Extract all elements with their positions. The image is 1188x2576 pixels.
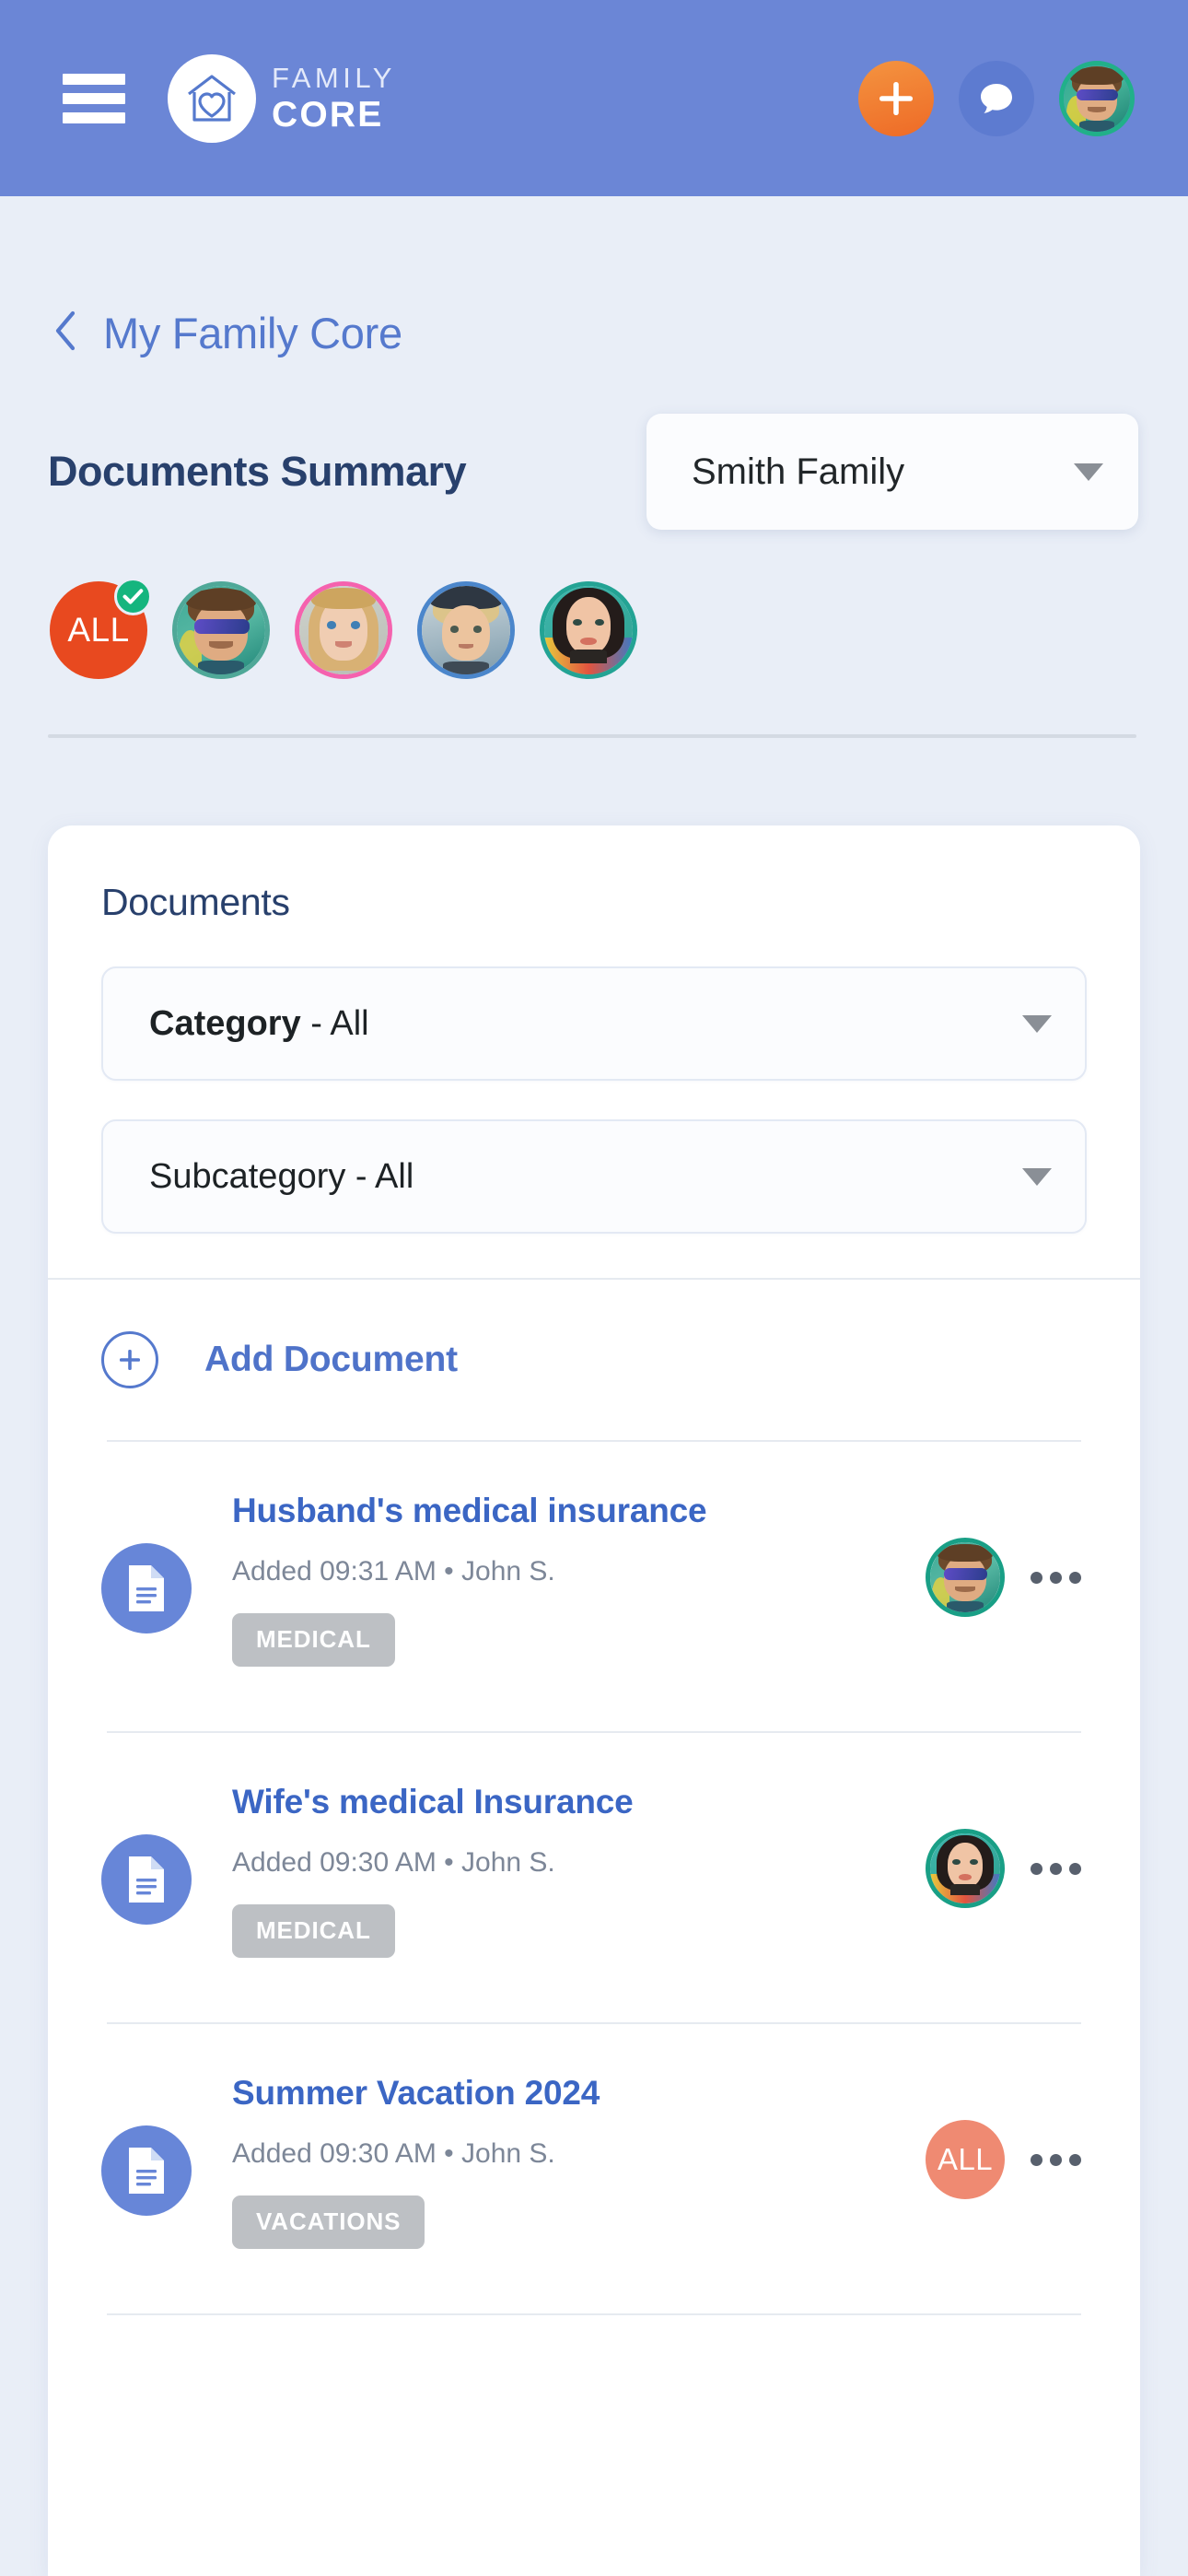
brand-bottom-line: CORE [272,95,384,135]
caret-down-icon [1022,1167,1052,1186]
table-row[interactable]: Husband's medical insurance Added 09:31 … [48,1442,1140,1731]
document-file-icon [101,1834,192,1925]
status-badge: MEDICAL [232,1613,395,1667]
document-title[interactable]: Wife's medical Insurance [232,1783,926,1821]
subcategory-select-rest: Subcategory - All [149,1156,414,1196]
chat-bubble-icon [981,83,1012,113]
member-chip-husband[interactable] [172,581,270,679]
avatar [422,586,510,674]
page-content: My Family Core Documents Summary Smith F… [0,308,1188,2576]
app-header: FAMILY CORE [0,0,1188,196]
document-file-icon [101,1543,192,1633]
row-actions [926,1538,1087,1617]
document-filters: Category - All Subcategory - All [48,924,1140,1278]
document-meta: Added 09:31 AM • John S. [232,1556,555,1587]
table-row[interactable]: Summer Vacation 2024 Added 09:30 AM • Jo… [48,2024,1140,2313]
row-separator [107,2313,1081,2315]
document-meta: Added 09:30 AM • John S. [232,2138,555,2169]
kebab-menu-icon[interactable] [1025,1848,1087,1890]
house-heart-logo-icon [168,53,256,143]
page-title: Documents Summary [48,448,467,495]
section-divider [48,734,1136,738]
add-button[interactable] [858,60,934,136]
caret-down-icon [1022,1014,1052,1033]
caret-down-icon [1074,463,1103,481]
brand-top-line: FAMILY [272,62,396,94]
member-chip-daughter[interactable] [295,581,392,679]
breadcrumb-label: My Family Core [103,309,402,357]
documents-title: Documents [101,881,290,923]
document-file-icon [101,2125,192,2216]
row-actions [926,1829,1087,1908]
avatar[interactable] [926,1829,1005,1908]
document-meta: Added 09:30 AM • John S. [232,1847,555,1878]
plus-circle-icon [101,1331,158,1388]
breadcrumb[interactable]: My Family Core [53,308,1140,358]
avatar [177,586,265,674]
brand-wordmark: FAMILY CORE [272,64,396,133]
avatar [299,586,388,674]
documents-card: Documents Category - All Subcategory - A… [48,825,1140,2576]
hamburger-bar [63,111,125,123]
avatar [1064,64,1130,132]
subcategory-select-label: Subcategory - All [149,1157,1022,1197]
chevron-left-icon[interactable] [53,310,77,356]
add-document-button[interactable]: Add Document [48,1280,1140,1440]
avatar[interactable] [926,1538,1005,1617]
category-select-rest: - All [300,1003,369,1043]
kebab-menu-icon[interactable] [1025,2139,1087,2181]
member-filter-strip: ALL [50,578,1140,679]
plus-icon [879,81,913,115]
member-chip-wife[interactable] [540,581,637,679]
document-title[interactable]: Summer Vacation 2024 [232,2074,926,2113]
category-select[interactable]: Category - All [101,966,1087,1081]
hamburger-bar [63,73,125,85]
check-icon [114,578,152,615]
member-chip-all[interactable]: ALL [50,578,152,679]
document-details: Wife's medical Insurance Added 09:30 AM … [232,1777,926,1958]
brand-logo[interactable]: FAMILY CORE [168,53,396,143]
row-actions: ALL [926,2120,1087,2199]
document-details: Husband's medical insurance Added 09:31 … [232,1486,926,1667]
subcategory-select[interactable]: Subcategory - All [101,1119,1087,1234]
category-select-label: Category - All [149,1004,1022,1044]
status-badge: VACATIONS [232,2195,425,2249]
document-title[interactable]: Husband's medical insurance [232,1492,926,1530]
family-selector-value: Smith Family [692,451,905,492]
table-row[interactable]: Wife's medical Insurance Added 09:30 AM … [48,1733,1140,2022]
profile-avatar[interactable] [1059,60,1135,136]
avatar [544,586,633,674]
document-details: Summer Vacation 2024 Added 09:30 AM • Jo… [232,2068,926,2249]
hamburger-menu-icon[interactable] [63,73,125,123]
member-chip-son[interactable] [417,581,515,679]
owner-all-badge[interactable]: ALL [926,2120,1005,2199]
family-selector[interactable]: Smith Family [646,414,1138,530]
add-document-label: Add Document [204,1340,458,1379]
summary-header: Documents Summary Smith Family [48,414,1140,530]
documents-card-header: Documents [48,825,1140,924]
kebab-menu-icon[interactable] [1025,1557,1087,1598]
status-badge: MEDICAL [232,1904,395,1958]
chat-button[interactable] [959,60,1034,136]
category-select-bold: Category [149,1003,301,1043]
hamburger-bar [63,92,125,104]
header-actions [858,60,1135,136]
